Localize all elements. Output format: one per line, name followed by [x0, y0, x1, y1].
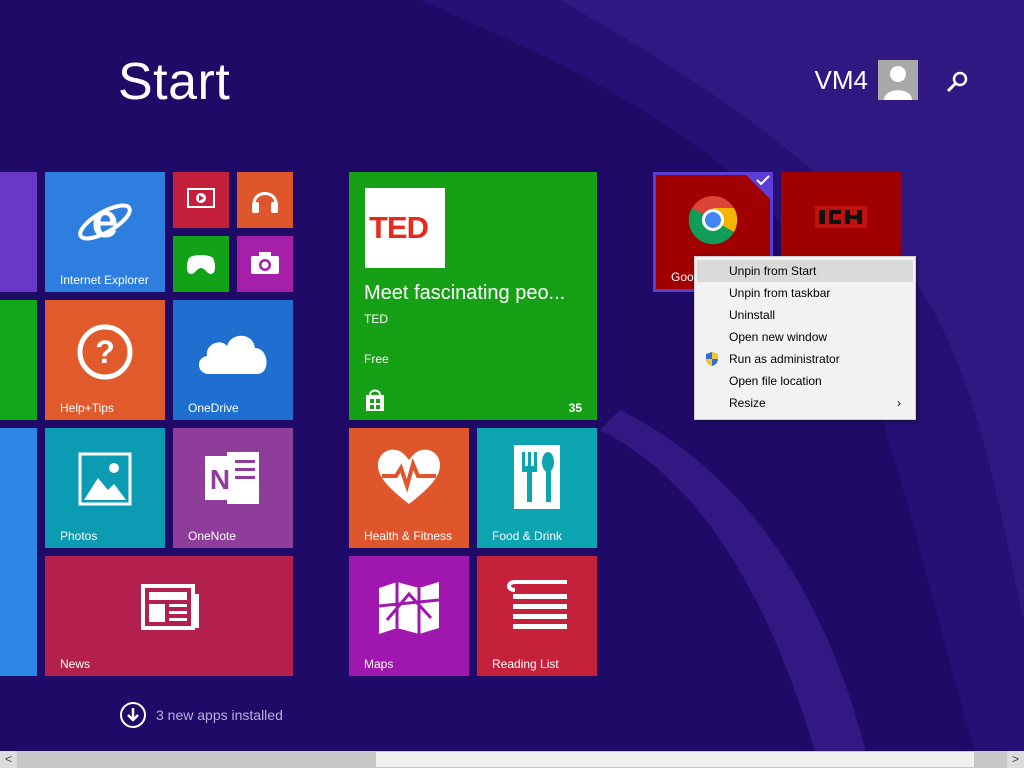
tile-maps[interactable]: Maps [349, 556, 469, 676]
tile-games[interactable] [173, 236, 229, 292]
page-title: Start [118, 53, 231, 111]
selected-corner-icon [746, 175, 770, 199]
ted-logo-text: TED [369, 210, 429, 245]
tile-news[interactable]: News [45, 556, 293, 676]
tile-reading-list[interactable]: Reading List [477, 556, 597, 676]
tile-photos[interactable]: Photos [45, 428, 165, 548]
scroll-thumb[interactable] [376, 752, 974, 767]
tile-ted[interactable]: TED Meet fascinating peo... TED Free 35 [349, 172, 597, 420]
fork-spoon-icon [514, 445, 560, 509]
headphones-icon [252, 192, 278, 213]
tile-label: Health & Fitness [364, 529, 453, 543]
photo-icon [78, 452, 132, 506]
tile-camera[interactable] [237, 236, 293, 292]
tile-label: Internet Explorer [60, 273, 149, 287]
tile-label: OneNote [188, 529, 237, 543]
tile-label: Reading List [492, 657, 559, 671]
chrome-icon [688, 196, 738, 245]
menu-item-resize[interactable]: Resize › [695, 392, 915, 414]
user-name: VM4 [814, 64, 868, 95]
reading-list-icon [507, 580, 567, 629]
partial-tile-3[interactable] [0, 428, 37, 676]
cloud-icon [198, 335, 267, 374]
ted-headline: Meet fascinating peo... [364, 282, 566, 304]
menu-item-unpin-from-taskbar[interactable]: Unpin from taskbar [695, 282, 915, 304]
menu-item-uninstall[interactable]: Uninstall [695, 304, 915, 326]
user-avatar-icon[interactable] [878, 60, 918, 100]
tile-label: News [60, 657, 91, 671]
store-bag-icon [366, 389, 384, 411]
svg-text:N: N [210, 464, 230, 495]
horizontal-scrollbar[interactable]: < > [0, 751, 1024, 768]
tile-health-fitness[interactable]: Health & Fitness [349, 428, 469, 548]
xbox-controller-icon [186, 255, 216, 274]
svg-text:e: e [92, 195, 119, 248]
ted-price: Free [364, 352, 389, 366]
menu-item-label: Run as administrator [729, 352, 840, 366]
svg-text:?: ? [95, 334, 115, 370]
help-icon: ? [77, 324, 133, 380]
ted-publisher: TED [364, 312, 388, 326]
menu-item-open-new-window[interactable]: Open new window [695, 326, 915, 348]
tile-onedrive[interactable]: OneDrive [173, 300, 293, 420]
onenote-icon: N [205, 452, 259, 504]
tile-video[interactable] [173, 172, 229, 228]
tile-onenote[interactable]: N OneNote [173, 428, 293, 548]
context-menu: Unpin from Start Unpin from taskbar Unin… [694, 256, 916, 420]
arrow-down-circle-icon[interactable] [120, 702, 146, 728]
map-icon [378, 582, 440, 634]
scroll-left-button[interactable]: < [0, 751, 17, 768]
menu-item-unpin-from-start[interactable]: Unpin from Start [697, 260, 913, 282]
tile-label: Help+Tips [60, 401, 114, 415]
partial-tile-1[interactable] [0, 172, 37, 292]
search-icon[interactable] [944, 68, 972, 96]
video-icon [187, 188, 215, 208]
tile-label: OneDrive [188, 401, 239, 415]
tile-help-tips[interactable]: ? Help+Tips [45, 300, 165, 420]
ted-logo: TED [365, 188, 445, 268]
tile-music[interactable] [237, 172, 293, 228]
tile-food-drink[interactable]: Food & Drink [477, 428, 597, 548]
menu-item-label: Resize [729, 396, 766, 410]
tile-label: Maps [364, 657, 394, 671]
internet-explorer-icon: e [78, 195, 132, 248]
menu-item-label: Open file location [729, 374, 822, 388]
store-update-count: 35 [568, 401, 582, 415]
menu-item-label: Unpin from taskbar [729, 286, 831, 300]
tile-label: Photos [60, 529, 98, 543]
tile-internet-explorer[interactable]: e Internet Explorer [45, 172, 165, 292]
menu-item-label: Uninstall [729, 308, 776, 322]
menu-item-label: Open new window [729, 330, 828, 344]
chevron-right-icon: › [897, 396, 901, 410]
new-apps-notice[interactable]: 3 new apps installed [120, 702, 283, 728]
scroll-right-button[interactable]: > [1007, 751, 1024, 768]
new-apps-text: 3 new apps installed [156, 707, 283, 723]
menu-item-open-file-location[interactable]: Open file location [695, 370, 915, 392]
uac-shield-icon [706, 352, 718, 366]
partial-tile-2[interactable] [0, 300, 37, 420]
user-account[interactable]: VM4 [815, 60, 918, 100]
news-icon [141, 584, 199, 630]
tile-label: Food & Drink [492, 529, 563, 543]
ich-logo-icon [815, 206, 867, 228]
menu-item-label: Unpin from Start [729, 264, 817, 278]
heart-pulse-icon [378, 449, 440, 504]
camera-icon [251, 252, 279, 274]
menu-item-run-as-administrator[interactable]: Run as administrator [695, 348, 915, 370]
